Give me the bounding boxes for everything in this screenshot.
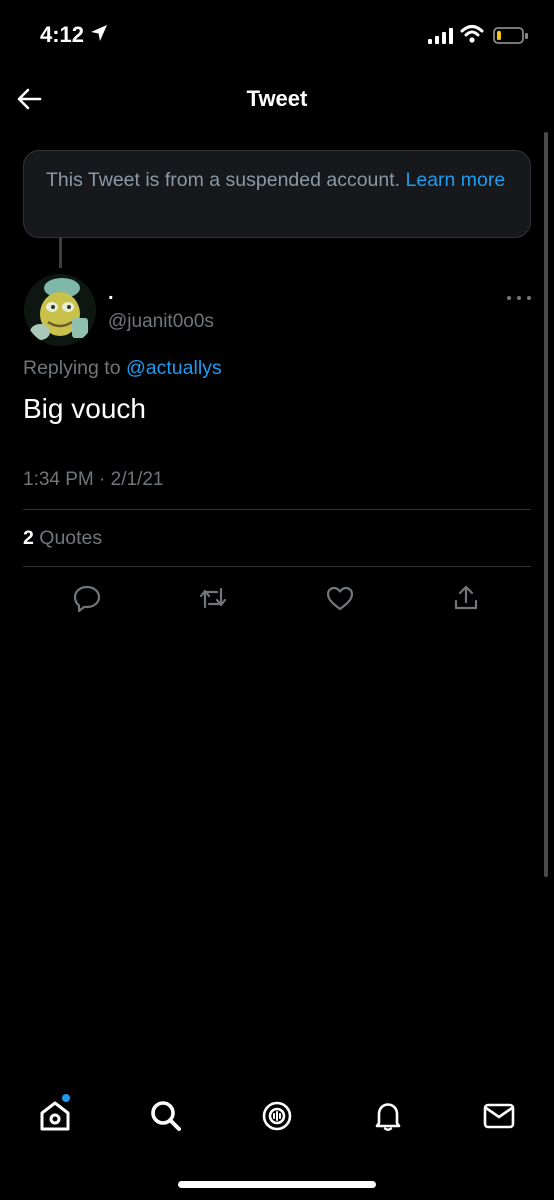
display-name[interactable]: . (108, 282, 114, 305)
retweet-icon[interactable] (198, 583, 228, 613)
more-options-icon[interactable] (505, 292, 533, 304)
reply-icon[interactable] (72, 583, 102, 613)
divider (23, 566, 531, 567)
quotes-count[interactable]: 2 Quotes (23, 527, 102, 550)
messages-icon[interactable] (481, 1098, 517, 1134)
avatar[interactable] (24, 274, 96, 346)
page-title: Tweet (246, 86, 308, 111)
replying-to-mention[interactable]: @actuallys (126, 357, 222, 379)
divider (23, 509, 531, 510)
like-icon[interactable] (325, 583, 355, 613)
replying-to-prefix: Replying to (23, 357, 126, 379)
home-icon[interactable] (37, 1098, 73, 1134)
battery-icon (493, 27, 528, 44)
home-indicator[interactable] (178, 1181, 376, 1188)
tweet-text: Big vouch (23, 393, 146, 424)
tweet-timestamp: 1:34 PM · 2/1/21 (23, 469, 164, 490)
quotes-label: Quotes (33, 527, 103, 549)
status-bar: 4:12 (0, 0, 554, 70)
scrollbar[interactable] (544, 132, 548, 877)
cellular-signal-icon (428, 28, 453, 44)
notification-dot (62, 1094, 70, 1102)
learn-more-link[interactable]: Learn more (406, 169, 506, 191)
quotes-number: 2 (23, 527, 34, 549)
status-time: 4:12 (40, 22, 85, 47)
share-icon[interactable] (451, 583, 481, 613)
search-icon[interactable] (148, 1098, 184, 1134)
suspended-account-notice: This Tweet is from a suspended account. … (23, 150, 531, 238)
notifications-icon[interactable] (370, 1098, 406, 1134)
spaces-icon[interactable] (259, 1098, 295, 1134)
replying-to: Replying to @actuallys (23, 357, 222, 380)
notice-text: This Tweet is from a suspended account. (46, 169, 406, 191)
thread-connector-line (59, 238, 62, 268)
top-nav-bar: Tweet (0, 70, 554, 128)
location-arrow-icon (91, 25, 107, 41)
user-handle[interactable]: @juanit0o0s (108, 311, 214, 333)
wifi-icon (460, 25, 484, 43)
